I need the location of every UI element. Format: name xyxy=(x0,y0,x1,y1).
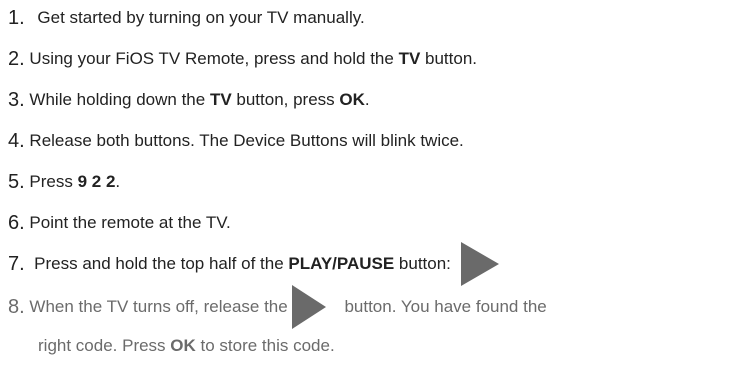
step-5: 5. Press 9 2 2. xyxy=(8,167,729,197)
step-7: 7. Press and hold the top half of the PL… xyxy=(8,242,729,286)
step-text-continued: button. You have found the xyxy=(339,297,547,316)
step-number: 1. xyxy=(8,6,25,29)
play-icon xyxy=(460,242,499,286)
step-text: Press and hold the top half of the PLAY/… xyxy=(34,254,451,273)
step-4: 4. Release both buttons. The Device Butt… xyxy=(8,126,729,156)
step-1: 1. Get started by turning on your TV man… xyxy=(8,3,729,33)
step-text: Get started by turning on your TV manual… xyxy=(37,8,365,27)
step-number: 3. xyxy=(8,88,25,111)
step-text: Point the remote at the TV. xyxy=(29,213,231,232)
step-text: Press 9 2 2. xyxy=(29,172,121,191)
tv-button-label: TV xyxy=(209,90,232,109)
step-number: 2. xyxy=(8,47,25,70)
step-number: 5. xyxy=(8,170,25,193)
step-text: While holding down the TV button, press … xyxy=(29,90,370,109)
code-digits: 9 2 2 xyxy=(77,172,116,191)
step-text: Using your FiOS TV Remote, press and hol… xyxy=(29,49,478,68)
step-number: 8. xyxy=(8,295,25,318)
step-number: 7. xyxy=(8,252,25,275)
play-icon xyxy=(291,285,326,329)
step-8-line-2: right code. Press OK to store this code. xyxy=(38,336,335,355)
step-8: 8. When the TV turns off, release the bu… xyxy=(8,285,729,329)
step-3: 3. While holding down the TV button, pre… xyxy=(8,85,729,115)
ok-button-label: OK xyxy=(170,336,196,355)
step-text: Release both buttons. The Device Buttons… xyxy=(29,131,464,150)
step-text: When the TV turns off, release the xyxy=(29,297,288,316)
play-pause-button-label: PLAY/PAUSE xyxy=(288,254,395,273)
ok-button-label: OK xyxy=(339,90,365,109)
step-6: 6. Point the remote at the TV. xyxy=(8,208,729,238)
step-number: 6. xyxy=(8,211,25,234)
step-2: 2. Using your FiOS TV Remote, press and … xyxy=(8,44,729,74)
step-number: 4. xyxy=(8,129,25,152)
tv-button-label: TV xyxy=(398,49,421,68)
